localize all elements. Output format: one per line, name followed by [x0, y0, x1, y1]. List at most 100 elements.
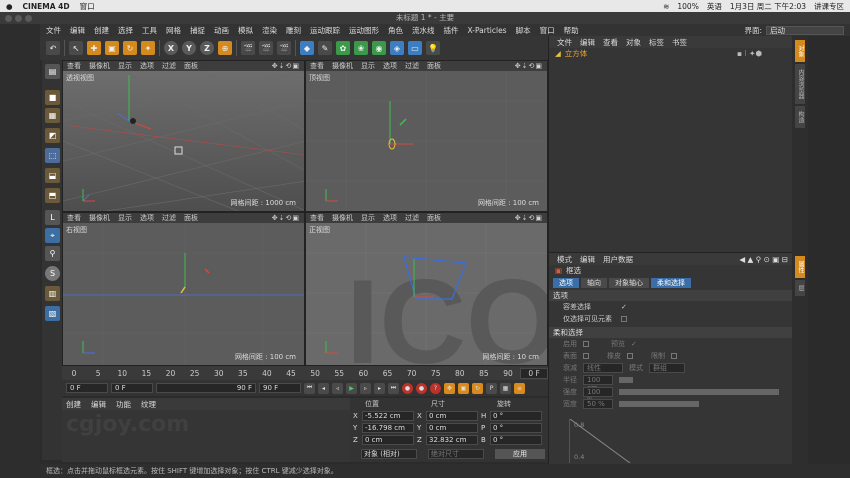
- min-frame-field[interactable]: 0 F: [111, 383, 153, 393]
- viewport-right[interactable]: 查看 摄像机 显示 选项 过滤 面板 ✥⇣⟲▣ 右视图 网格间距 : 100 c…: [62, 212, 305, 366]
- apple-icon[interactable]: ●: [6, 2, 13, 11]
- strength-slider[interactable]: [619, 389, 779, 395]
- menu-script[interactable]: 脚本: [516, 25, 531, 36]
- menu-help[interactable]: 帮助: [564, 25, 579, 36]
- texture-mode-icon[interactable]: ▦: [45, 108, 60, 123]
- menu-window[interactable]: 窗口: [540, 25, 555, 36]
- width-slider[interactable]: [619, 401, 699, 407]
- obj-menu-view[interactable]: 查看: [603, 37, 618, 48]
- viewport-front[interactable]: 查看 摄像机 显示 选项 过滤 面板 ✥⇣⟲▣ 正视图 ICO 网格间距 : 1…: [305, 212, 548, 366]
- menu-mesh[interactable]: 网格: [166, 25, 181, 36]
- edges-mode-icon[interactable]: ⬓: [45, 168, 60, 183]
- axis-mode-icon[interactable]: L: [45, 210, 60, 225]
- tweak-icon[interactable]: ⌖: [45, 228, 60, 243]
- size-y-field[interactable]: 0 cm: [426, 423, 478, 433]
- mat-menu-texture[interactable]: 纹理: [141, 399, 156, 410]
- tab-axis[interactable]: 轴向: [581, 278, 607, 288]
- window-menu[interactable]: 窗口: [80, 1, 95, 12]
- array-icon[interactable]: ❀: [354, 41, 368, 55]
- y-axis-button[interactable]: Y: [182, 41, 196, 55]
- tab-object-axis[interactable]: 对象轴心: [609, 278, 649, 288]
- make-editable-icon[interactable]: ▤: [45, 64, 60, 79]
- prev-frame-icon[interactable]: ◃: [332, 382, 343, 394]
- strength-field[interactable]: 100 %: [583, 387, 613, 404]
- minimize-icon[interactable]: [15, 15, 22, 22]
- falloff-graph[interactable]: 0.8 0.4: [569, 419, 769, 463]
- tab-attributes[interactable]: 属性: [795, 256, 805, 278]
- menu-snap[interactable]: 捕捉: [190, 25, 205, 36]
- menu-select[interactable]: 选择: [118, 25, 133, 36]
- obj-menu-file[interactable]: 文件: [557, 37, 572, 48]
- object-flags[interactable]: ▪ ⁝ ✦⬢: [737, 49, 792, 58]
- deformer-icon[interactable]: ◉: [372, 41, 386, 55]
- viewport-perspective[interactable]: 查看 摄像机 显示 选项 过滤 面板 ✥⇣⟲▣ 透视视图 网格间距 : 1000…: [62, 60, 305, 212]
- attr-menu-mode[interactable]: 模式: [557, 254, 572, 265]
- check-icon[interactable]: ✓: [631, 340, 637, 348]
- menu-sculpt[interactable]: 雕刻: [286, 25, 301, 36]
- menu-file[interactable]: 文件: [46, 25, 61, 36]
- menu-edit[interactable]: 编辑: [70, 25, 85, 36]
- points-mode-icon[interactable]: ⬚: [45, 148, 60, 163]
- model-mode-icon[interactable]: ■: [45, 90, 60, 105]
- menu-simulate[interactable]: 模拟: [238, 25, 253, 36]
- rot-b-field[interactable]: 0 °: [490, 435, 542, 445]
- z-axis-button[interactable]: Z: [200, 41, 214, 55]
- cube-icon[interactable]: ◆: [300, 41, 314, 55]
- menu-pipeline[interactable]: 流水线: [412, 25, 435, 36]
- end-frame-field[interactable]: 90 F: [259, 383, 301, 393]
- scene-icon[interactable]: ◈: [390, 41, 404, 55]
- play-icon[interactable]: ▶: [346, 382, 357, 394]
- tab-structure[interactable]: 构造: [795, 106, 805, 128]
- pos-z-field[interactable]: 0 cm: [362, 435, 414, 445]
- menu-animate[interactable]: 动画: [214, 25, 229, 36]
- apply-button[interactable]: 应用: [495, 449, 545, 459]
- menu-mograph[interactable]: 运动图形: [349, 25, 379, 36]
- x-axis-button[interactable]: X: [164, 41, 178, 55]
- workplane-icon[interactable]: ◩: [45, 128, 60, 143]
- render-picture-viewer-icon[interactable]: 🎬: [259, 41, 273, 55]
- mat-menu-create[interactable]: 创建: [66, 399, 81, 410]
- planar-workplane-icon[interactable]: ▧: [45, 306, 60, 321]
- current-frame-field[interactable]: 0 F: [520, 367, 549, 379]
- tab-options[interactable]: 选项: [553, 278, 579, 288]
- next-key-icon[interactable]: ▸: [374, 382, 385, 394]
- key-scale-icon[interactable]: ▣: [458, 382, 469, 394]
- key-param-icon[interactable]: P: [486, 382, 497, 394]
- app-menu[interactable]: CINEMA 4D: [23, 2, 70, 11]
- obj-menu-object[interactable]: 对象: [626, 37, 641, 48]
- camera-icon[interactable]: ▭: [408, 41, 422, 55]
- visible-only-checkbox[interactable]: [621, 316, 627, 322]
- mode-dropdown[interactable]: 群组: [649, 363, 685, 373]
- layout-dropdown[interactable]: 启动: [766, 25, 844, 35]
- wifi-icon[interactable]: ≋: [663, 2, 669, 11]
- list-item[interactable]: ◢ 立方体 ▪ ⁝ ✦⬢: [549, 48, 792, 58]
- key-rotation-icon[interactable]: ↻: [472, 382, 483, 394]
- next-frame-icon[interactable]: ▹: [360, 382, 371, 394]
- tab-objects[interactable]: 对象: [795, 40, 805, 62]
- enable-checkbox[interactable]: [583, 341, 589, 347]
- obj-menu-bookmarks[interactable]: 书签: [672, 37, 687, 48]
- menu-create[interactable]: 创建: [94, 25, 109, 36]
- viewport-top[interactable]: 查看 摄像机 显示 选项 过滤 面板 ✥⇣⟲▣ 顶视图 网格间距 : 100 c…: [305, 60, 548, 212]
- undo-icon[interactable]: ↶: [46, 41, 60, 55]
- menu-tools[interactable]: 工具: [142, 25, 157, 36]
- key-position-icon[interactable]: ✥: [444, 382, 455, 394]
- move-icon[interactable]: ✚: [87, 41, 101, 55]
- user-name[interactable]: 讲课专区: [814, 1, 844, 12]
- rubber-checkbox[interactable]: [627, 353, 633, 359]
- timeline-ruler[interactable]: 0 5 10 15 20 25 30 35 40 45 50 55 60 65 …: [62, 366, 549, 380]
- pos-x-field[interactable]: -5.522 cm: [362, 411, 414, 421]
- falloff-dropdown[interactable]: 线性: [583, 363, 623, 373]
- light-icon[interactable]: 💡: [426, 41, 440, 55]
- zoom-icon[interactable]: [25, 15, 32, 22]
- snap-icon[interactable]: ⚲: [45, 246, 60, 261]
- surface-checkbox[interactable]: [583, 353, 589, 359]
- rot-p-field[interactable]: 0 °: [490, 423, 542, 433]
- input-source[interactable]: 英语: [707, 1, 722, 12]
- render-settings-icon[interactable]: 🎬: [277, 41, 291, 55]
- tab-soft-selection[interactable]: 柔和选择: [651, 278, 691, 288]
- attr-nav-icons[interactable]: ◀ ▲ ⚲ ⊙ ▣ ⊟: [739, 255, 792, 264]
- size-mode-dropdown[interactable]: 绝对尺寸: [428, 449, 484, 459]
- mat-menu-edit[interactable]: 编辑: [91, 399, 106, 410]
- obj-menu-edit[interactable]: 编辑: [580, 37, 595, 48]
